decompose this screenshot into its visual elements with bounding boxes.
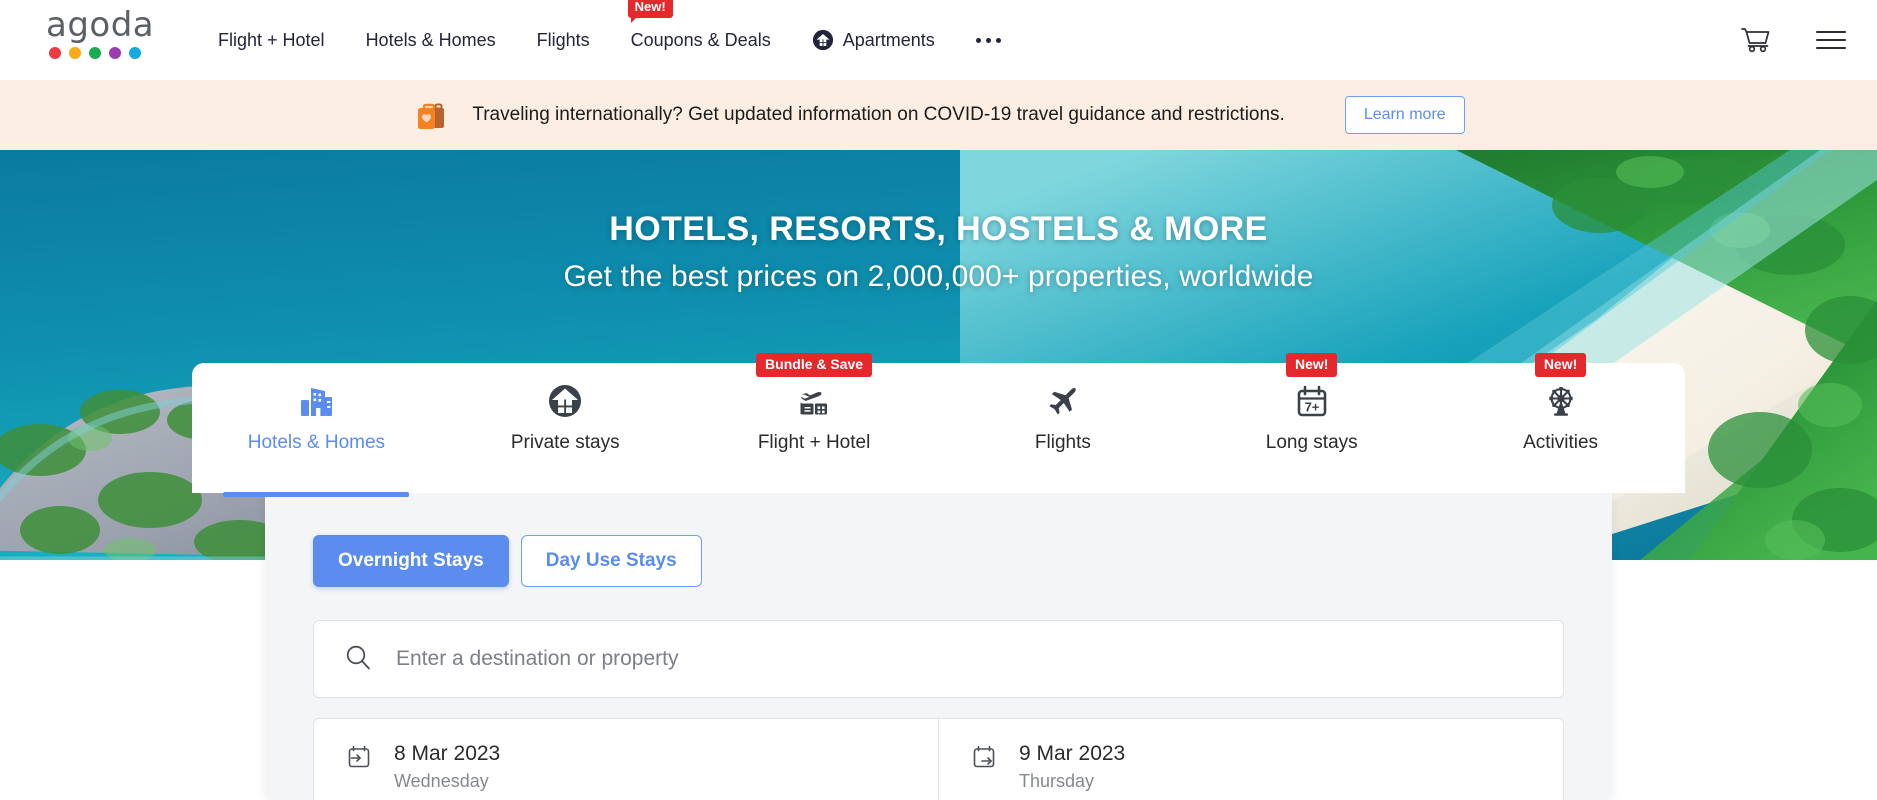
tab-new-badge: New!	[1534, 353, 1587, 377]
nav-label: Flights	[536, 29, 590, 50]
nav-item-apartments[interactable]: Apartments	[812, 29, 935, 51]
tab-activities[interactable]: New! Activities	[1436, 353, 1685, 493]
private-home-icon	[544, 380, 586, 422]
svg-text:7+: 7+	[1304, 400, 1319, 415]
search-icon	[344, 643, 372, 676]
nav-right-actions	[1739, 0, 1847, 80]
day-use-stays-button[interactable]: Day Use Stays	[520, 535, 702, 587]
tab-long-stays[interactable]: New! 7+ Long stays	[1187, 353, 1436, 493]
flight-hotel-icon	[793, 380, 835, 422]
hamburger-menu-icon[interactable]	[1815, 28, 1847, 52]
search-panel: Overnight Stays Day Use Stays Enter a de…	[265, 493, 1612, 800]
nav-label: Flight + Hotel	[218, 29, 325, 50]
dot	[985, 37, 991, 43]
calendar-7plus-icon: 7+	[1291, 380, 1333, 422]
logo-dot-yellow	[69, 47, 81, 59]
logo-dot-green	[89, 47, 101, 59]
checkout-date-field[interactable]: 9 Mar 2023 Thursday	[938, 718, 1564, 800]
checkout-date-value: 9 Mar 2023	[1019, 742, 1126, 765]
nav-item-flights[interactable]: Flights	[537, 30, 590, 51]
hotel-building-icon	[295, 380, 337, 422]
tab-label: Flight + Hotel	[757, 432, 871, 453]
tab-flights[interactable]: Flights	[938, 380, 1187, 493]
nav-label: Apartments	[842, 29, 935, 50]
checkin-date-value: 8 Mar 2023	[394, 742, 501, 765]
tab-flight-hotel[interactable]: Bundle & Save Flight + Hotel	[690, 353, 939, 493]
checkout-day-value: Thursday	[1019, 771, 1095, 791]
date-range-row: 8 Mar 2023 Wednesday 9 Mar 2023 Thursday	[313, 718, 1564, 800]
covid-banner-content: Traveling internationally? Get updated i…	[412, 95, 1465, 135]
tab-new-badge: New!	[1285, 353, 1338, 377]
calendar-checkin-icon	[346, 744, 372, 775]
active-tab-underline	[223, 492, 410, 497]
nav-item-flight-hotel[interactable]: Flight + Hotel	[218, 30, 325, 51]
shopping-cart-icon[interactable]	[1739, 25, 1771, 55]
hero-text-block: HOTELS, RESORTS, HOSTELS & MORE Get the …	[0, 210, 1877, 294]
agoda-logo[interactable]: agoda	[46, 8, 156, 68]
agoda-homepage: agoda Flight + Hotel Hotels & Homes Flig…	[0, 0, 1877, 800]
apartment-icon	[812, 29, 834, 51]
checkout-text: 9 Mar 2023 Thursday	[1019, 741, 1125, 793]
checkin-text: 8 Mar 2023 Wednesday	[394, 741, 500, 793]
nav-item-coupons-deals[interactable]: New! Coupons & Deals	[627, 0, 771, 51]
covid-travel-banner: Traveling internationally? Get updated i…	[0, 80, 1877, 150]
stay-type-toggle: Overnight Stays Day Use Stays	[313, 535, 1564, 587]
nav-label: Coupons & Deals	[630, 29, 771, 50]
logo-dot-red	[49, 47, 61, 59]
tab-hotels-homes[interactable]: Hotels & Homes	[192, 380, 441, 497]
hero-headline: HOTELS, RESORTS, HOSTELS & MORE	[609, 210, 1268, 248]
more-horizontal-icon[interactable]	[975, 37, 1001, 43]
overnight-stays-button[interactable]: Overnight Stays	[313, 535, 509, 587]
agoda-wordmark: agoda	[46, 5, 155, 45]
primary-nav-links: Flight + Hotel Hotels & Homes Flights Ne…	[218, 0, 1042, 80]
covid-banner-message: Traveling internationally? Get updated i…	[472, 104, 1285, 125]
nav-label: Hotels & Homes	[365, 29, 496, 50]
tab-label: Private stays	[510, 432, 620, 453]
tab-private-stays[interactable]: Private stays	[441, 380, 690, 493]
tab-bundle-save-badge: Bundle & Save	[756, 353, 873, 377]
logo-dot-purple	[109, 47, 121, 59]
ferris-wheel-icon	[1540, 380, 1582, 422]
calendar-checkout-icon	[971, 744, 997, 775]
tab-label: Flights	[1034, 432, 1091, 453]
checkin-day-value: Wednesday	[394, 771, 489, 791]
tab-label: Activities	[1523, 432, 1599, 453]
airplane-icon	[1042, 380, 1084, 422]
tab-label: Long stays	[1265, 432, 1358, 453]
top-navigation-bar: agoda Flight + Hotel Hotels & Homes Flig…	[0, 0, 1877, 80]
logo-dot-blue	[129, 47, 141, 59]
dot	[975, 37, 981, 43]
search-category-tabs: Hotels & Homes Private stays Bundle & Sa…	[192, 353, 1685, 497]
dot	[995, 37, 1001, 43]
nav-new-badge: New!	[627, 0, 673, 23]
tab-label: Hotels & Homes	[247, 432, 386, 453]
destination-search-input[interactable]	[396, 647, 1533, 671]
hero-subheadline: Get the best prices on 2,000,000+ proper…	[563, 260, 1314, 293]
agoda-logo-dots	[49, 47, 141, 59]
learn-more-button[interactable]: Learn more	[1344, 96, 1465, 134]
destination-search-box[interactable]	[313, 620, 1564, 698]
nav-item-hotels-homes[interactable]: Hotels & Homes	[366, 30, 496, 51]
suitcase-heart-icon	[412, 95, 452, 135]
checkin-date-field[interactable]: 8 Mar 2023 Wednesday	[313, 718, 938, 800]
